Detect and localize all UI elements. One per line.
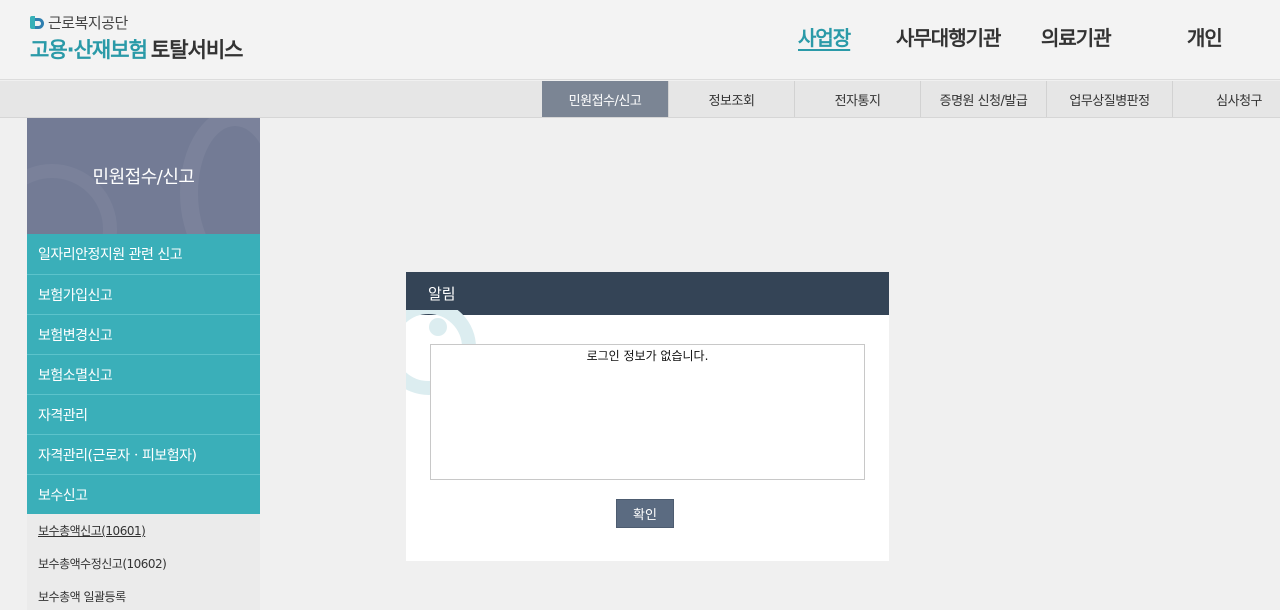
sidebar: 민원접수/신고 일자리안정지원 관련 신고 보험가입신고 보험변경신고 보험소멸…: [27, 118, 260, 610]
global-nav: 사업장 사무대행기관 의료기관 개인: [0, 22, 1280, 51]
confirm-button[interactable]: 확인: [616, 499, 674, 528]
subnav-review-request[interactable]: 심사청구: [1172, 81, 1280, 117]
subnav-e-notice[interactable]: 전자통지: [794, 81, 920, 117]
sidebar-submenu: 보수총액신고(10601) 보수총액수정신고(10602) 보수총액 일괄등록: [27, 514, 260, 610]
submenu-item-wage-total[interactable]: 보수총액신고(10601): [27, 514, 260, 547]
sidebar-item-insurance-change[interactable]: 보험변경신고: [27, 314, 260, 354]
sidebar-menu: 일자리안정지원 관련 신고 보험가입신고 보험변경신고 보험소멸신고 자격관리 …: [27, 234, 260, 514]
gnb-agency[interactable]: 사무대행기관: [896, 22, 1001, 51]
sidebar-header: 민원접수/신고: [27, 118, 260, 234]
subnav-certificate[interactable]: 증명원 신청/발급: [920, 81, 1046, 117]
sidebar-item-insurance-join[interactable]: 보험가입신고: [27, 274, 260, 314]
dialog-body: 로그인 정보가 없습니다. 확인: [406, 310, 889, 561]
gnb-workplace[interactable]: 사업장: [798, 22, 851, 51]
sidebar-item-qualification[interactable]: 자격관리: [27, 394, 260, 434]
dialog-title: 알림: [406, 272, 889, 315]
subnav-disease-judgment[interactable]: 업무상질병판정: [1046, 81, 1172, 117]
sidebar-item-wage-report[interactable]: 보수신고: [27, 474, 260, 514]
submenu-item-wage-total-correction[interactable]: 보수총액수정신고(10602): [27, 547, 260, 580]
site-header: 근로복지공단 고용·산재보험 토탈서비스 사업장 사무대행기관 의료기관 개인: [0, 0, 1280, 80]
alert-dialog: 알림 로그인 정보가 없습니다. 확인: [406, 272, 889, 561]
sidebar-item-insurance-termination[interactable]: 보험소멸신고: [27, 354, 260, 394]
dialog-message: 로그인 정보가 없습니다.: [430, 344, 865, 480]
subnav-civil-report[interactable]: 민원접수/신고: [542, 81, 668, 117]
sidebar-title: 민원접수/신고: [92, 167, 195, 188]
sidebar-item-qualification-worker[interactable]: 자격관리(근로자ㆍ피보험자): [27, 434, 260, 474]
sub-nav: 민원접수/신고 정보조회 전자통지 증명원 신청/발급 업무상질병판정 심사청구: [0, 81, 1280, 118]
gnb-individual[interactable]: 개인: [1187, 22, 1223, 51]
gnb-medical[interactable]: 의료기관: [1041, 22, 1112, 51]
subnav-info-inquiry[interactable]: 정보조회: [668, 81, 794, 117]
sidebar-item-job-stability[interactable]: 일자리안정지원 관련 신고: [27, 234, 260, 274]
submenu-item-wage-bulk-register[interactable]: 보수총액 일괄등록: [27, 580, 260, 610]
